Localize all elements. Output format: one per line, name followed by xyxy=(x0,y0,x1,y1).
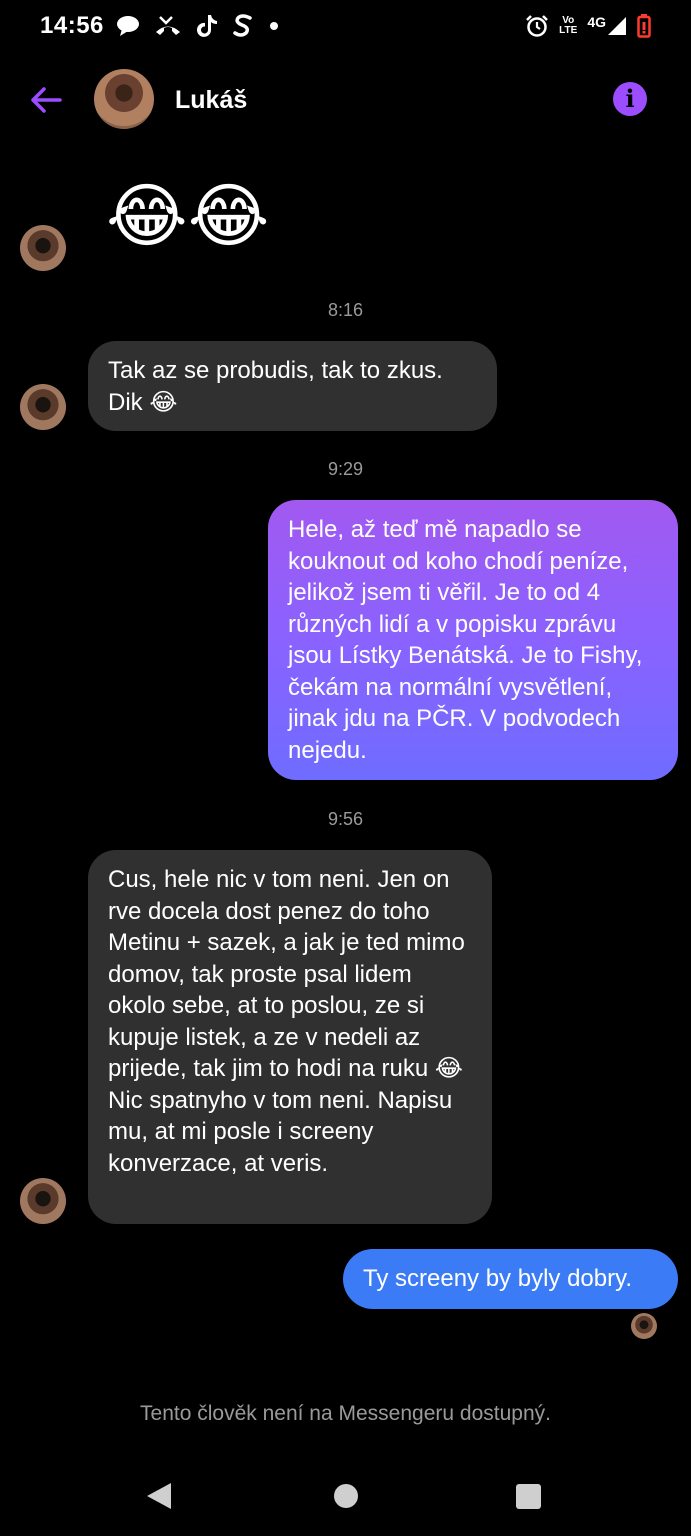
signal-icon xyxy=(608,17,626,35)
network-signal: 4G xyxy=(587,14,627,36)
tiktok-icon xyxy=(197,15,217,37)
chat-bubble-icon xyxy=(117,16,139,36)
nav-recents-icon[interactable] xyxy=(516,1484,541,1509)
volte-bottom-label: LTE xyxy=(559,25,578,36)
nav-home-icon[interactable] xyxy=(334,1484,358,1508)
volte-icon: Vo LTE xyxy=(559,16,577,36)
message-timestamp: 9:56 xyxy=(327,809,364,829)
dot-icon xyxy=(270,22,278,30)
outgoing-message-bubble[interactable]: Hele, až teď mě napadlo se kouknout od k… xyxy=(268,500,678,780)
message-timestamp: 9:29 xyxy=(327,459,364,479)
missed-call-icon xyxy=(156,16,180,35)
arrow-left-icon xyxy=(31,87,62,113)
s-app-icon xyxy=(233,14,252,37)
nav-back-icon[interactable] xyxy=(147,1483,171,1509)
network-type-label: 4G xyxy=(587,14,606,30)
sender-avatar[interactable] xyxy=(20,225,66,271)
unavailable-notice: Tento člověk není na Messengeru dostupný… xyxy=(140,1402,551,1425)
battery-low-icon xyxy=(637,14,651,38)
status-right-icons: Vo LTE 4G xyxy=(525,12,651,40)
contact-name[interactable]: Lukáš xyxy=(175,86,247,115)
status-left-icons xyxy=(116,12,278,40)
sender-avatar[interactable] xyxy=(20,384,66,430)
contact-avatar[interactable] xyxy=(94,69,154,129)
incoming-message-bubble[interactable]: Tak az se probudis, tak to zkus. Dik 😂 xyxy=(88,341,497,431)
info-icon: i xyxy=(625,84,635,113)
sender-avatar[interactable] xyxy=(20,1178,66,1224)
read-receipt-avatar xyxy=(631,1313,657,1339)
emoji-message[interactable]: 😂😂 xyxy=(106,176,270,256)
outgoing-message-bubble[interactable]: Ty screeny by byly dobry. xyxy=(343,1249,678,1309)
status-time: 14:56 xyxy=(40,12,104,39)
info-button[interactable]: i xyxy=(613,82,647,116)
back-button[interactable] xyxy=(26,80,66,120)
message-timestamp: 8:16 xyxy=(327,300,364,320)
incoming-message-bubble[interactable]: Cus, hele nic v tom neni. Jen on rve doc… xyxy=(88,850,492,1224)
alarm-icon xyxy=(526,15,549,37)
